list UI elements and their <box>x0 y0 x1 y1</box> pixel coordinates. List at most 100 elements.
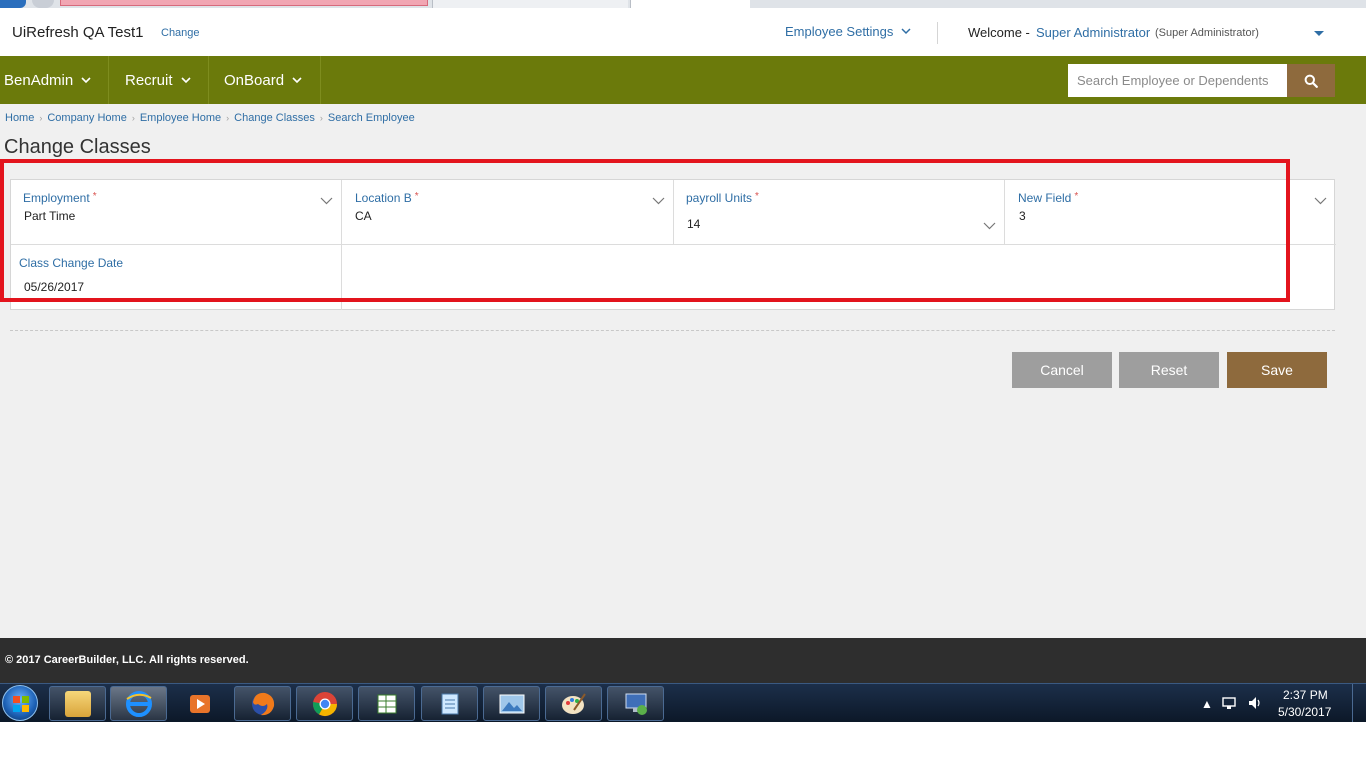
search-icon <box>1304 74 1318 88</box>
chevron-down-icon <box>320 197 333 205</box>
reset-button[interactable]: Reset <box>1119 352 1219 388</box>
show-desktop-button[interactable] <box>1352 684 1366 723</box>
firefox-icon <box>251 692 274 715</box>
employee-settings-label: Employee Settings <box>785 24 894 39</box>
main-nav: BenAdmin Recruit OnBoard <box>0 56 1366 104</box>
nav-item-recruit[interactable]: Recruit <box>121 56 191 104</box>
browser-tab-strip <box>0 0 1366 8</box>
required-marker: * <box>755 191 759 202</box>
volume-icon[interactable] <box>1247 695 1263 711</box>
class-change-date-field[interactable]: Class Change Date 05/26/2017 <box>11 245 342 310</box>
cancel-button[interactable]: Cancel <box>1012 352 1112 388</box>
chevron-down-icon <box>180 76 191 83</box>
location-b-value: CA <box>355 209 372 223</box>
class-change-date-value: 05/26/2017 <box>24 280 85 294</box>
copyright-text: © 2017 CareerBuilder, LLC. All rights re… <box>5 654 249 666</box>
user-role: (Super Administrator) <box>1155 27 1259 39</box>
chevron-down-icon <box>81 76 91 83</box>
breadcrumb-search-employee[interactable]: Search Employee <box>328 112 415 124</box>
taskbar-firefox[interactable] <box>234 686 291 721</box>
change-classes-form: Employment * Part Time Location B * CA pay… <box>10 179 1336 310</box>
clock-time[interactable]: 2:37 PM <box>1283 688 1328 702</box>
payroll-units-value: 14 <box>687 217 701 231</box>
nav-item-onboard[interactable]: OnBoard <box>220 56 302 104</box>
nav-divider <box>108 56 109 104</box>
new-field-label: New Field * <box>1018 191 1079 205</box>
user-menu-caret-icon[interactable] <box>1314 31 1324 36</box>
breadcrumb-separator-icon: › <box>39 113 43 123</box>
welcome-label: Welcome - <box>968 25 1030 40</box>
employee-search-input[interactable] <box>1068 64 1287 97</box>
browser-tab-active[interactable] <box>630 0 750 8</box>
breadcrumb-change-classes[interactable]: Change Classes <box>234 112 315 124</box>
taskbar-internet-explorer[interactable] <box>110 686 167 721</box>
new-field-value: 3 <box>1019 209 1026 223</box>
taskbar-remote-desktop[interactable] <box>607 686 664 721</box>
page-title: Change Classes <box>4 136 151 158</box>
app-header: UiRefresh QA Test1 Change Employee Setti… <box>0 8 1366 56</box>
main-content: Home › Company Home › Employee Home › Ch… <box>0 104 1366 638</box>
employment-value: Part Time <box>24 209 76 223</box>
remote-desktop-icon <box>625 693 647 715</box>
nav-item-label: Recruit <box>125 71 173 89</box>
taskbar-paint[interactable] <box>545 686 602 721</box>
search-button[interactable] <box>1287 64 1335 97</box>
required-marker: * <box>1074 191 1079 202</box>
breadcrumb-employee-home[interactable]: Employee Home <box>140 112 221 124</box>
user-name-link[interactable]: Super Administrator <box>1036 25 1150 40</box>
nav-item-label: OnBoard <box>224 71 285 89</box>
chevron-down-icon <box>901 28 911 35</box>
nav-divider <box>320 56 321 104</box>
taskbar-media-player[interactable] <box>171 686 228 721</box>
header-divider <box>937 22 938 44</box>
change-company-link[interactable]: Change <box>161 27 200 39</box>
browser-back-button[interactable] <box>0 0 26 8</box>
taskbar-notepad[interactable] <box>421 686 478 721</box>
taskbar-spreadsheet[interactable] <box>358 686 415 721</box>
location-b-label: Location B * <box>355 191 419 205</box>
payroll-units-select[interactable]: payroll Units * 14 <box>674 180 1005 245</box>
taskbar-image-viewer[interactable] <box>483 686 540 721</box>
employment-label: Employment * <box>23 191 97 205</box>
section-divider <box>10 330 1335 331</box>
taskbar-file-explorer[interactable] <box>49 686 106 721</box>
spreadsheet-icon <box>377 694 396 713</box>
taskbar-chrome[interactable] <box>296 686 353 721</box>
breadcrumb: Home › Company Home › Employee Home › Ch… <box>5 112 415 124</box>
paint-icon <box>561 692 586 714</box>
breadcrumb-separator-icon: › <box>226 113 230 123</box>
notepad-icon <box>441 693 458 714</box>
show-hidden-icons-icon[interactable]: ▲ <box>1201 697 1213 711</box>
chevron-down-icon <box>1314 197 1327 205</box>
nav-item-label: BenAdmin <box>4 71 74 89</box>
save-button[interactable]: Save <box>1227 352 1327 388</box>
browser-forward-button[interactable] <box>32 0 54 8</box>
employee-settings-menu[interactable]: Employee Settings <box>785 24 911 39</box>
nav-divider <box>208 56 209 104</box>
required-marker: * <box>92 191 97 202</box>
start-button[interactable] <box>2 685 38 721</box>
media-player-icon <box>189 694 210 713</box>
nav-item-benadmin[interactable]: BenAdmin <box>0 56 91 104</box>
windows-logo-icon <box>13 696 29 712</box>
file-explorer-icon <box>64 690 91 717</box>
clock-date[interactable]: 5/30/2017 <box>1278 705 1331 719</box>
class-change-date-label: Class Change Date <box>19 256 124 270</box>
browser-tab[interactable] <box>432 0 628 8</box>
new-field-select[interactable]: New Field * 3 <box>1005 180 1336 245</box>
internet-explorer-icon <box>125 690 152 717</box>
location-b-select[interactable]: Location B * CA <box>342 180 674 245</box>
payroll-units-label: payroll Units * <box>686 191 759 205</box>
employment-select[interactable]: Employment * Part Time <box>11 180 342 245</box>
breadcrumb-separator-icon: › <box>131 113 135 123</box>
chrome-icon <box>312 691 337 716</box>
breadcrumb-home[interactable]: Home <box>5 112 34 124</box>
breadcrumb-separator-icon: › <box>319 113 323 123</box>
chevron-down-icon <box>292 76 302 83</box>
network-icon[interactable] <box>1221 695 1237 711</box>
chevron-down-icon <box>652 197 665 205</box>
page-footer: © 2017 CareerBuilder, LLC. All rights re… <box>0 638 1366 683</box>
browser-address-bar[interactable] <box>60 0 428 6</box>
image-viewer-icon <box>499 694 524 713</box>
breadcrumb-company-home[interactable]: Company Home <box>47 112 126 124</box>
